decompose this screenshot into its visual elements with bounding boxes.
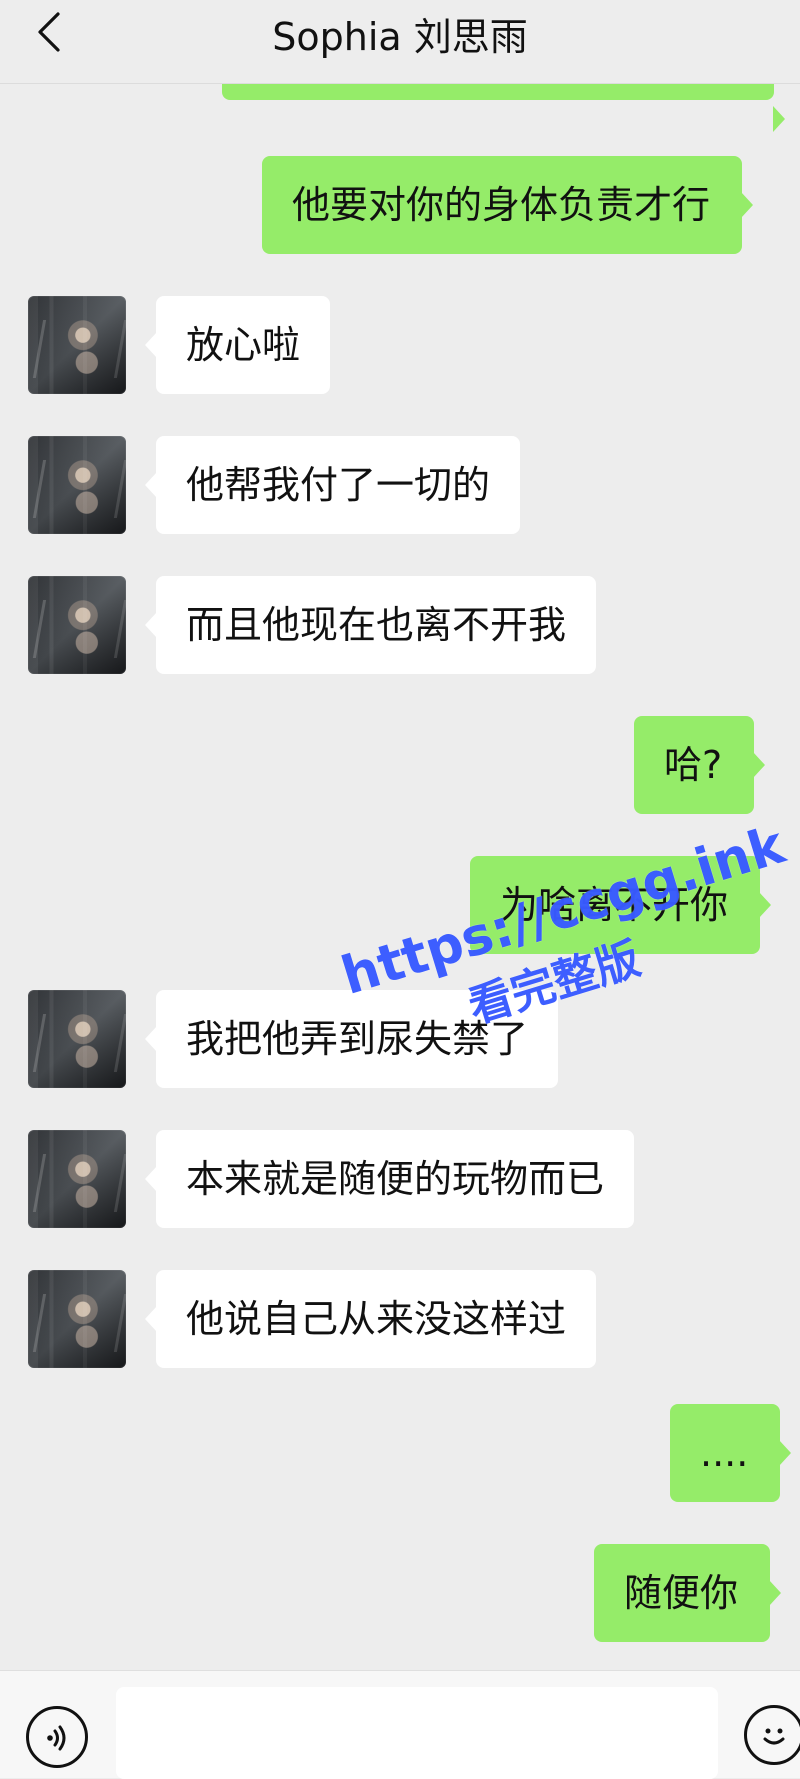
emoji-icon [763,1728,785,1745]
avatar[interactable] [28,990,126,1088]
avatar[interactable] [28,1270,126,1368]
message-list: 他要对你的身体负责才行 放心啦 他帮我付了一切的 而且他现在也离不开我 哈? 为… [0,84,800,1670]
message-bubble-sent [222,84,785,132]
avatar[interactable] [28,296,126,394]
message-bubble-received[interactable]: 本来就是随便的玩物而已 [144,1130,635,1228]
chat-title: Sophia 刘思雨 [272,15,528,59]
message-bubble-sent[interactable]: 哈? [634,716,766,814]
avatar[interactable] [28,1130,126,1228]
message-bubble-received[interactable]: 放心啦 [144,296,331,394]
emoji-button[interactable] [744,1705,800,1765]
message-bubble-received[interactable]: 而且他现在也离不开我 [144,576,597,674]
input-bar [0,1670,800,1779]
message-bubble-received[interactable]: 他帮我付了一切的 [144,436,521,534]
message-bubble-received[interactable]: 他说自己从来没这样过 [144,1270,597,1368]
message-bubble-sent[interactable]: .... [670,1404,792,1502]
voice-icon [47,1725,66,1751]
message-input[interactable] [116,1687,718,1779]
chat-header: Sophia 刘思雨 [0,0,800,84]
voice-button[interactable] [26,1706,88,1768]
avatar[interactable] [28,576,126,674]
message-bubble-sent[interactable]: 随便你 [594,1544,782,1642]
avatar[interactable] [28,436,126,534]
message-bubble-received[interactable]: 我把他弄到尿失禁了 [144,990,559,1088]
message-bubble-sent[interactable]: 为啥离不开你 [470,856,772,954]
message-bubble-sent[interactable]: 他要对你的身体负责才行 [262,156,754,254]
